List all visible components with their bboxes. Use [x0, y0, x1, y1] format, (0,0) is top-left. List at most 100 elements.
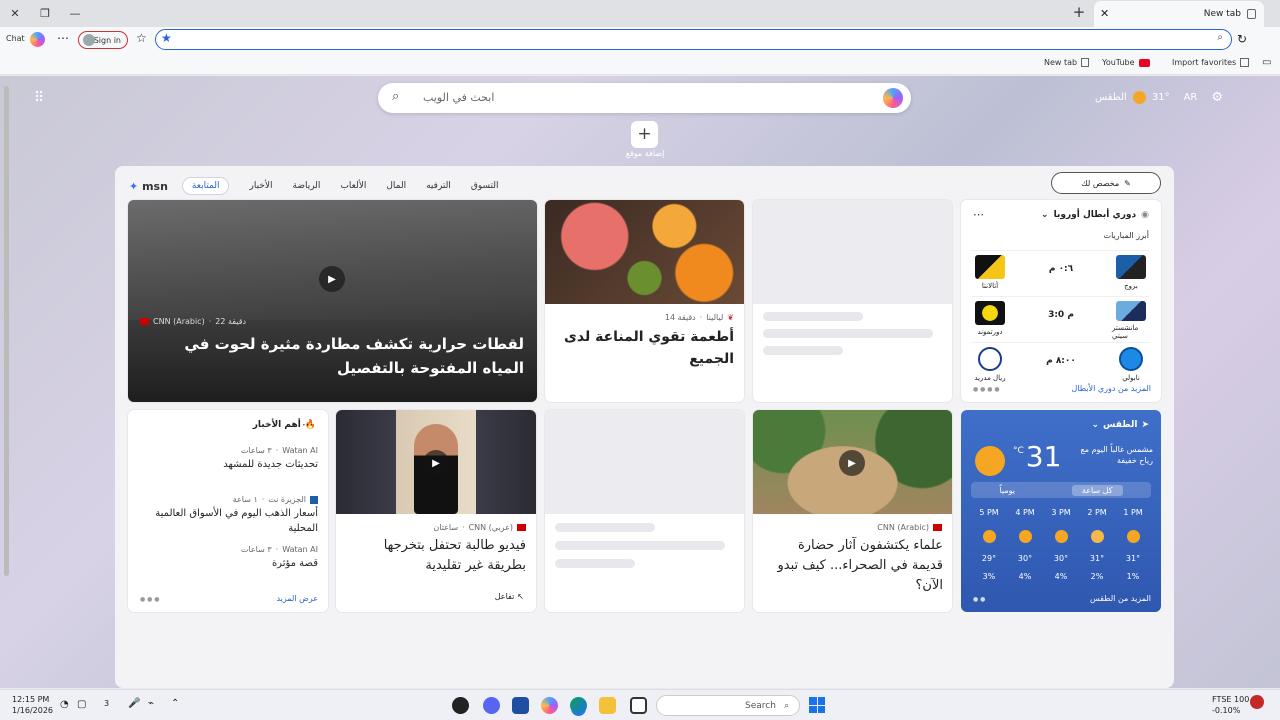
- weather-tabs: يومياً كل ساعة: [971, 482, 1151, 498]
- trending-item[interactable]: ٣ ساعات · Watan AI قصة مؤثرة: [140, 545, 318, 571]
- hero-card[interactable]: ▶ CNN (Arabic) · 22 دقيقة لقطات حرارية ت…: [128, 200, 537, 402]
- add-shortcut-button[interactable]: +: [631, 121, 658, 148]
- match-row[interactable]: أتالانتا ٠:٦ م بروج: [971, 250, 1150, 293]
- feed-tab-active[interactable]: المتابعة: [181, 177, 230, 195]
- weather-more-link[interactable]: المزيد من الطقس: [1090, 594, 1151, 603]
- carousel-dots[interactable]: ● ● ● ●: [973, 386, 1000, 393]
- personalize-button[interactable]: مخصص لك ✎: [1051, 172, 1161, 194]
- new-tab-button[interactable]: +: [1068, 3, 1090, 23]
- hour-temp: 29°: [981, 554, 997, 563]
- hour-precip: 2%: [1090, 572, 1104, 581]
- trending-more-link[interactable]: عرض المزيد: [276, 594, 318, 603]
- edge-browser-icon[interactable]: [570, 697, 587, 714]
- search-placeholder: ابحث في الويب: [423, 91, 495, 104]
- play-icon[interactable]: ▶: [319, 266, 345, 292]
- hero-headline[interactable]: لقطات حرارية تكشف مطاردة مثيرة لحوت في ا…: [140, 332, 524, 380]
- weather-tab-hourly[interactable]: كل ساعة: [1071, 484, 1123, 496]
- sports-header[interactable]: ⌄ دوري أبطال أوروبا ◉: [1041, 210, 1149, 220]
- terminal-icon[interactable]: [630, 697, 647, 714]
- close-window-icon[interactable]: ✕: [0, 0, 30, 27]
- feed-tab[interactable]: المال: [386, 181, 406, 191]
- sports-card[interactable]: ⌄ دوري أبطال أوروبا ◉ ⋯ أبرز المباريات أ…: [961, 200, 1161, 402]
- tab-new-tab[interactable]: ✕ New tab: [1094, 1, 1264, 27]
- file-explorer-icon[interactable]: [599, 697, 616, 714]
- minimize-window-icon[interactable]: —: [60, 0, 90, 27]
- trending-item[interactable]: ٣ ساعات · Watan AI تحديثات جديدة للمشهد: [140, 446, 318, 472]
- tab-title: New tab: [1203, 9, 1241, 19]
- refresh-icon[interactable]: ↻: [1237, 32, 1247, 46]
- feed-tab[interactable]: الرياضة: [293, 181, 321, 191]
- search-icon[interactable]: ⌕: [1217, 32, 1223, 43]
- hour-precip: 4%: [1018, 572, 1032, 581]
- sports-more-link[interactable]: المزيد من دوري الأبطال: [1071, 384, 1151, 393]
- sign-in-button[interactable]: Sign in: [78, 31, 128, 49]
- favorites-icon[interactable]: ☆: [136, 31, 147, 45]
- feed-tab[interactable]: الألعاب: [340, 181, 366, 191]
- windows-start-icon[interactable]: [809, 697, 825, 713]
- weather-card[interactable]: ⌄ الطقس ➤ °C 31 مشمس غالباً اليوم مع ريا…: [961, 410, 1161, 612]
- fav-youtube[interactable]: YouTube: [1102, 58, 1150, 67]
- desert-headline[interactable]: علماء يكتشفون آثار حضارة قديمة في الصحرا…: [763, 536, 943, 596]
- display-icon[interactable]: ▢: [77, 699, 86, 710]
- fav-new-tab[interactable]: New tab: [1044, 58, 1090, 67]
- food-card[interactable]: 14 دقيقة · ليالينا ❦ أطعمة تقوي المناعة …: [545, 200, 744, 402]
- feed-tab[interactable]: الترفيه: [426, 181, 451, 191]
- feed-tab[interactable]: الأخبار: [249, 181, 272, 191]
- store-icon[interactable]: [512, 697, 529, 714]
- tab-close-icon[interactable]: ✕: [1100, 7, 1109, 20]
- graduate-card[interactable]: ▶ ساعتان · CNN (عربي) فيديو طالبة تحتفل ب…: [336, 410, 536, 612]
- taskbar: 12:15 PM 1/16/2026 ◔ ▢ 3 🎤 ⌁ ⌃ Search ⌕ …: [0, 689, 1280, 720]
- match-row[interactable]: دورتموند 3:0 م مانشستر سيتي: [971, 296, 1150, 340]
- taskbar-search[interactable]: Search ⌕: [656, 695, 800, 716]
- clock[interactable]: 12:15 PM 1/16/2026: [12, 694, 53, 716]
- food-headline[interactable]: أطعمة تقوي المناعة لدى الجميع: [555, 326, 734, 370]
- more-options-icon[interactable]: ⋯: [973, 208, 984, 221]
- reactions[interactable]: تفاعل ↖: [495, 592, 524, 601]
- weather-tab-daily[interactable]: يومياً: [999, 486, 1015, 495]
- carousel-dots[interactable]: ● ●: [973, 596, 985, 603]
- apps-grid-icon[interactable]: ⠿: [34, 90, 44, 106]
- trending-card[interactable]: أهم الأخبار 🔥 ⋯ ٣ ساعات · Watan AI تحديثات…: [128, 410, 328, 612]
- trending-meta: ١ ساعة · الجزيرة نت: [140, 495, 318, 504]
- more-menu-icon[interactable]: ⋯: [57, 31, 69, 45]
- web-search-box[interactable]: ⌕ ابحث في الويب: [378, 83, 911, 113]
- desert-card[interactable]: ▶ CNN (Arabic) علماء يكتشفون آثار حضارة …: [753, 410, 952, 612]
- play-icon[interactable]: ▶: [839, 450, 865, 476]
- copilot-icon[interactable]: [883, 88, 903, 108]
- header-weather[interactable]: الطقس 31° AR ⚙: [1095, 90, 1223, 105]
- copilot-icon[interactable]: [30, 32, 45, 47]
- favorite-star-icon[interactable]: ★: [161, 31, 172, 45]
- team-logo: [1116, 301, 1146, 321]
- carousel-dots[interactable]: ● ● ●: [140, 596, 160, 603]
- graduate-headline[interactable]: فيديو طالبة تحتفل بتخرجها بطريقة غير تقل…: [346, 536, 526, 576]
- app-icon[interactable]: [452, 697, 469, 714]
- forecast-sun-icon: [1091, 530, 1104, 543]
- feed-tab[interactable]: التسوق: [471, 181, 499, 191]
- battery-icon[interactable]: ⌁: [148, 698, 154, 709]
- chat-button[interactable]: Chat: [6, 34, 25, 43]
- scrollbar[interactable]: [4, 86, 9, 576]
- skeleton-line: [763, 346, 843, 355]
- settings-gear-icon[interactable]: ⚙: [1211, 90, 1223, 105]
- chevron-down-icon: ⌄: [1041, 210, 1049, 220]
- new-tab-page: ⠿ ⌕ ابحث في الويب الطقس 31° AR ⚙ + إضافة…: [0, 76, 1280, 688]
- chevron-up-icon[interactable]: ⌃: [171, 698, 179, 709]
- stock-widget[interactable]: FTSE 100 -0.10%: [1212, 694, 1249, 716]
- discord-icon[interactable]: [483, 697, 500, 714]
- more-options-icon[interactable]: ⋯: [302, 418, 313, 431]
- play-icon[interactable]: ▶: [423, 450, 449, 476]
- match-row[interactable]: ريال مدريد ٨:٠٠ م نابولي: [971, 342, 1150, 385]
- clock-time: 12:15 PM: [12, 695, 50, 704]
- loading-card: [753, 200, 952, 402]
- away-team: ريال مدريد: [971, 343, 1009, 386]
- copilot-icon[interactable]: [541, 697, 558, 714]
- mic-icon[interactable]: 🎤: [128, 698, 140, 709]
- restore-window-icon[interactable]: ❐: [30, 0, 60, 27]
- trending-item[interactable]: ١ ساعة · الجزيرة نت أسعار الذهب اليوم في ا…: [140, 495, 318, 536]
- fav-import[interactable]: Import favorites: [1172, 58, 1250, 67]
- notification-count[interactable]: 3: [104, 699, 109, 708]
- address-bar[interactable]: ★ ⌕: [155, 29, 1232, 50]
- favorites-folder-icon[interactable]: ▭: [1262, 57, 1271, 68]
- network-icon[interactable]: ◔: [60, 699, 69, 710]
- hero-time: 22 دقيقة: [215, 317, 247, 326]
